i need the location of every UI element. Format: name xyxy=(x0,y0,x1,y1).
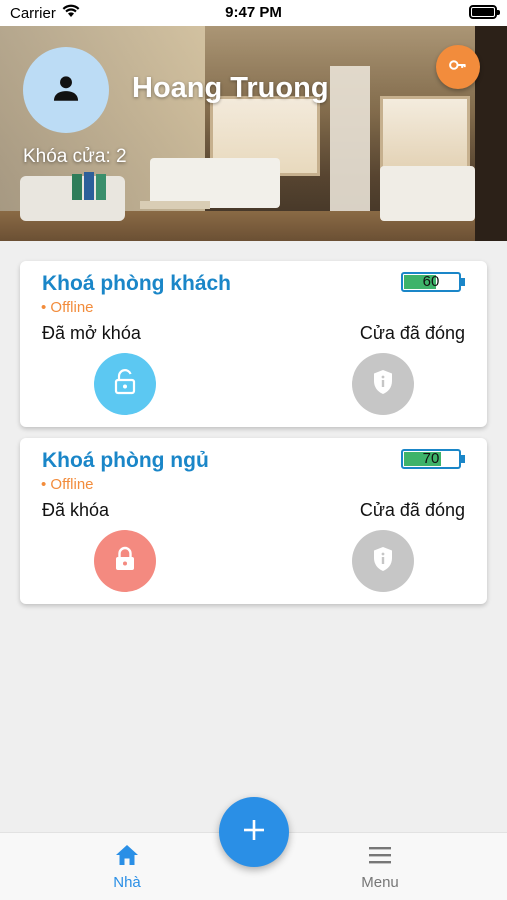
door-state-label: Cửa đã đóng xyxy=(359,500,465,520)
connection-status: • Offline xyxy=(41,476,94,493)
menu-icon xyxy=(367,847,393,871)
nav-home-label: Nhà xyxy=(113,874,141,891)
nav-menu-label: Menu xyxy=(361,874,399,891)
key-icon xyxy=(448,55,468,80)
lock-state-label: Đã khóa xyxy=(42,500,110,520)
lock-toggle-button[interactable] xyxy=(94,353,156,415)
lock-state-label: Đã mở khóa xyxy=(42,323,141,343)
status-battery xyxy=(469,5,500,19)
locked-padlock-icon xyxy=(113,546,137,577)
connection-status: • Offline xyxy=(41,299,94,316)
key-button[interactable] xyxy=(436,45,480,89)
profile-header: Hoang Truong Khóa cửa: 2 xyxy=(0,26,507,241)
battery-status-icon xyxy=(469,5,500,19)
shield-icon xyxy=(371,545,395,578)
lock-title: Khoá phòng ngủ xyxy=(42,449,209,472)
unlocked-padlock-icon xyxy=(113,368,137,400)
status-time: 9:47 PM xyxy=(225,4,282,21)
lock-toggle-button[interactable] xyxy=(94,530,156,592)
lock-count-label: Khóa cửa: 2 xyxy=(23,146,127,167)
plus-icon xyxy=(243,819,265,846)
avatar[interactable] xyxy=(23,47,109,133)
lock-title: Khoá phòng khách xyxy=(42,272,231,295)
user-name: Hoang Truong xyxy=(132,72,329,104)
door-state-label: Cửa đã đóng xyxy=(359,323,465,343)
nav-tab-home[interactable]: Nhà xyxy=(97,843,157,891)
lock-card[interactable]: Khoá phòng ngủ • Offline 70 Đã khóa Cửa … xyxy=(20,438,487,604)
battery-indicator: 60 xyxy=(401,272,465,292)
person-icon xyxy=(49,71,83,110)
lock-card[interactable]: Khoá phòng khách • Offline 60 Đã mở khóa… xyxy=(20,261,487,427)
battery-value: 60 xyxy=(422,273,440,290)
door-status-button[interactable] xyxy=(352,530,414,592)
shield-icon xyxy=(371,368,395,401)
battery-indicator: 70 xyxy=(401,449,465,469)
status-bar: Carrier 9:47 PM xyxy=(0,0,507,26)
nav-tab-menu[interactable]: Menu xyxy=(350,843,410,891)
door-status-button[interactable] xyxy=(352,353,414,415)
home-icon xyxy=(114,845,140,871)
battery-value: 70 xyxy=(422,450,440,467)
add-lock-button[interactable] xyxy=(219,797,289,867)
